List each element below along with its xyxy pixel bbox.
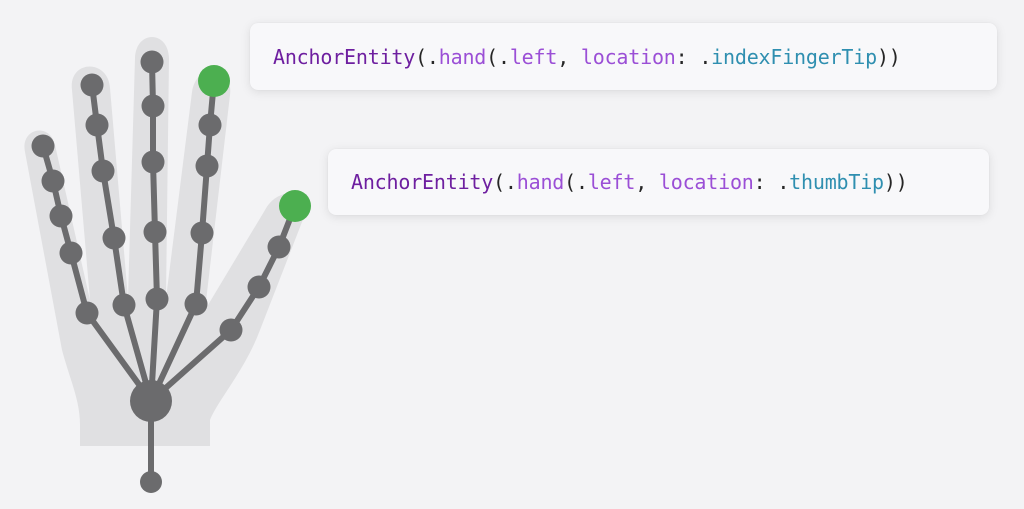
forearm-joint	[140, 471, 162, 493]
joint-pinky-0	[75, 301, 99, 325]
code-token-member: left	[509, 44, 558, 69]
code-token-punct: ,	[635, 170, 659, 194]
joint-thumb-2	[267, 235, 291, 259]
code-token-member: hand	[438, 44, 487, 69]
joint-ring-2	[91, 159, 115, 183]
code-token-property: thumbTip	[789, 170, 884, 194]
code-token-punct: : .	[753, 170, 790, 194]
code-token-punct: ))	[876, 44, 901, 69]
joint-thumbTip-highlight	[279, 190, 311, 222]
joint-pinky-2	[49, 204, 73, 228]
joint-ring-4	[80, 73, 104, 97]
joint-middle-4	[140, 50, 164, 74]
code-token-member: location	[580, 44, 676, 69]
joint-thumb-0	[219, 318, 243, 342]
joint-ring-3	[85, 113, 109, 137]
joint-middle-3	[141, 94, 165, 118]
code-token-punct: (.	[564, 170, 588, 194]
joint-index-1	[190, 221, 214, 245]
code-card-thumb-tip: AnchorEntity (. hand (. left, location: . thu…	[328, 149, 989, 215]
code-token-punct: ))	[883, 170, 908, 194]
joint-pinky-3	[41, 169, 65, 193]
code-token-member: left	[587, 170, 636, 194]
code-token-punct: : .	[675, 44, 712, 69]
joint-middle-2	[141, 150, 165, 174]
code-token-property: indexFingerTip	[711, 44, 877, 69]
joint-middle-0	[145, 287, 169, 311]
joint-thumb-1	[247, 275, 271, 299]
joint-index-0	[184, 292, 208, 316]
joint-middle-1	[143, 220, 167, 244]
joint-index-2	[195, 154, 219, 178]
code-token-member: hand	[516, 170, 565, 194]
code-token-punct: (.	[486, 44, 510, 69]
joint-pinky-1	[59, 241, 83, 265]
code-token-type: AnchorEntity	[351, 170, 494, 194]
code-token-punct: (.	[415, 44, 439, 69]
wrist-joint	[130, 380, 172, 422]
joint-index-3	[198, 113, 222, 137]
code-token-type: AnchorEntity	[273, 44, 416, 69]
joint-indexFingerTip-highlight	[198, 65, 230, 97]
joint-ring-1	[102, 226, 126, 250]
joint-pinky-4	[31, 134, 55, 158]
code-card-index-finger-tip: AnchorEntity (. hand (. left, location: . ind…	[250, 23, 997, 90]
code-token-member: location	[658, 170, 754, 194]
code-token-punct: (.	[493, 170, 517, 194]
joint-ring-0	[112, 293, 136, 317]
code-token-punct: ,	[557, 44, 581, 69]
